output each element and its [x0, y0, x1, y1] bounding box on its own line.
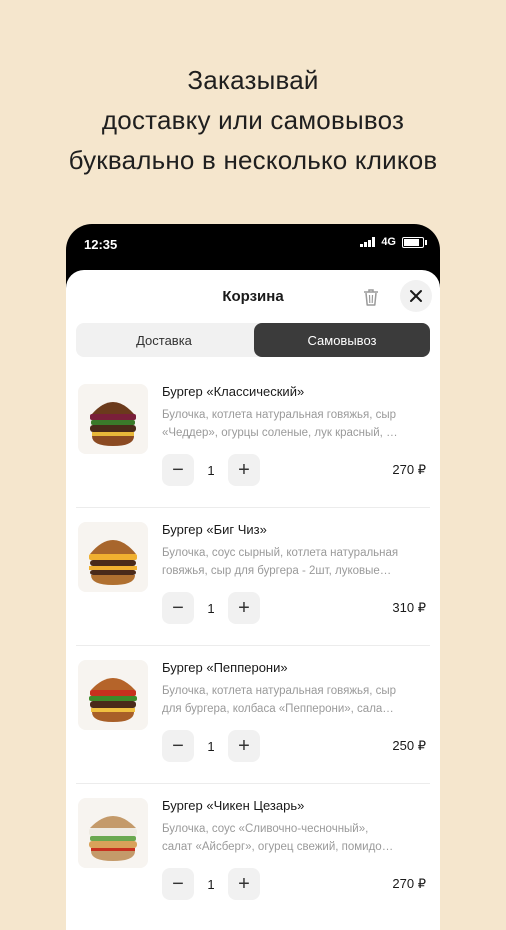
item-price: 270 ₽ — [392, 876, 426, 892]
burger-image — [78, 660, 148, 730]
item-price: 270 ₽ — [392, 462, 426, 478]
phone-frame: 12:35 4G Корзина До — [66, 224, 440, 924]
quantity-value: 1 — [194, 739, 228, 754]
item-description-line: говяжья, сыр для бургера - 2шт, луковые… — [162, 562, 428, 580]
item-price: 310 ₽ — [392, 600, 426, 616]
network-label: 4G — [381, 236, 396, 248]
burger-image — [78, 522, 148, 592]
item-description-line: «Чеддер», огурцы соленые, лук красный, … — [162, 424, 428, 442]
headline-line-2: доставку или самовывоз — [0, 100, 506, 140]
increase-button[interactable]: + — [228, 730, 260, 762]
item-name: Бургер «Пепперони» — [162, 660, 288, 675]
item-description: Булочка, соус сырный, котлета натуральна… — [162, 544, 428, 580]
item-price: 250 ₽ — [392, 738, 426, 754]
cart-item: Бургер «Классический» Булочка, котлета н… — [66, 370, 440, 508]
cart-item: Бургер «Биг Чиз» Булочка, соус сырный, к… — [66, 508, 440, 646]
item-description-line: салат «Айсберг», огурец свежий, помидо… — [162, 838, 428, 856]
promo-headline: Заказывай доставку или самовывоз букваль… — [0, 60, 506, 180]
quantity-value: 1 — [194, 877, 228, 892]
status-bar: 12:35 4G — [66, 224, 440, 266]
trash-icon[interactable] — [360, 286, 382, 308]
quantity-stepper: − 1 + — [162, 868, 260, 900]
quantity-stepper: − 1 + — [162, 454, 260, 486]
quantity-stepper: − 1 + — [162, 592, 260, 624]
burger-image — [78, 384, 148, 454]
cart-title: Корзина — [66, 288, 440, 305]
status-time: 12:35 — [84, 237, 117, 252]
item-description: Булочка, соус «Сливочно-чесночный», сала… — [162, 820, 428, 856]
headline-line-3: буквально в несколько кликов — [0, 140, 506, 180]
signal-icon — [360, 237, 375, 247]
battery-icon — [402, 237, 424, 248]
decrease-button[interactable]: − — [162, 454, 194, 486]
item-description: Булочка, котлета натуральная говяжья, сы… — [162, 682, 428, 718]
tab-delivery[interactable]: Доставка — [76, 323, 252, 357]
item-description-line: Булочка, котлета натуральная говяжья, сы… — [162, 682, 428, 700]
item-name: Бургер «Биг Чиз» — [162, 522, 267, 537]
close-button[interactable] — [400, 280, 432, 312]
cart-item: Бургер «Чикен Цезарь» Булочка, соус «Сли… — [66, 784, 440, 922]
item-name: Бургер «Классический» — [162, 384, 304, 399]
burger-image — [78, 798, 148, 868]
item-description-line: Булочка, котлета натуральная говяжья, сы… — [162, 406, 428, 424]
item-description: Булочка, котлета натуральная говяжья, сы… — [162, 406, 428, 442]
item-description-line: Булочка, соус сырный, котлета натуральна… — [162, 544, 428, 562]
close-icon — [409, 289, 423, 303]
decrease-button[interactable]: − — [162, 592, 194, 624]
cart-item: Бургер «Пепперони» Булочка, котлета нату… — [66, 646, 440, 784]
item-description-line: Булочка, соус «Сливочно-чесночный», — [162, 820, 428, 838]
decrease-button[interactable]: − — [162, 868, 194, 900]
quantity-value: 1 — [194, 463, 228, 478]
item-name: Бургер «Чикен Цезарь» — [162, 798, 304, 813]
decrease-button[interactable]: − — [162, 730, 194, 762]
headline-line-1: Заказывай — [0, 60, 506, 100]
quantity-stepper: − 1 + — [162, 730, 260, 762]
delivery-mode-switch: Доставка Самовывоз — [76, 323, 430, 357]
quantity-value: 1 — [194, 601, 228, 616]
increase-button[interactable]: + — [228, 454, 260, 486]
tab-pickup[interactable]: Самовывоз — [254, 323, 430, 357]
increase-button[interactable]: + — [228, 868, 260, 900]
status-icons: 4G — [360, 236, 424, 248]
item-description-line: для бургера, колбаса «Пепперони», сала… — [162, 700, 428, 718]
increase-button[interactable]: + — [228, 592, 260, 624]
cart-sheet: Корзина Доставка Самовывоз — [66, 270, 440, 930]
